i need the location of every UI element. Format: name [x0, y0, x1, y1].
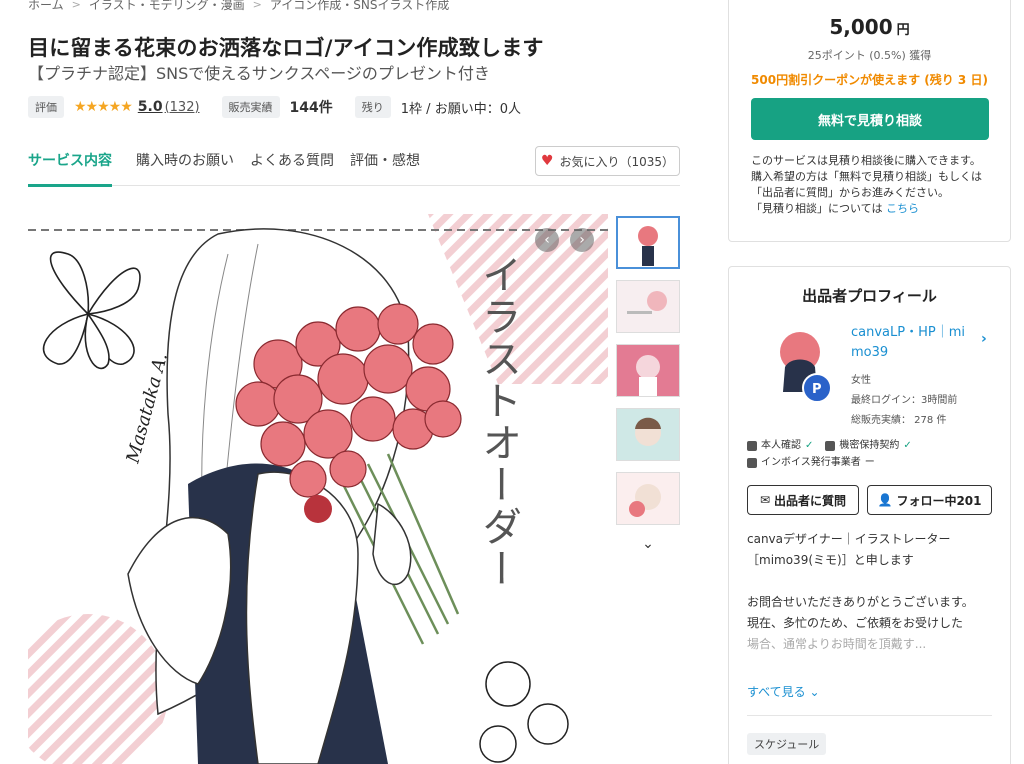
- signature: Masataka A.: [122, 351, 172, 467]
- bio-line: 現在、多忙のため、ご依頼をお受けした: [747, 616, 964, 630]
- bio-line: お問合せいただきありがとうございます。: [747, 595, 974, 609]
- tab-service-content[interactable]: サービス内容: [28, 150, 112, 187]
- note-line: 「見積り相談」については: [751, 202, 883, 215]
- coupon-notice[interactable]: 500円割引クーポンが使えます (残り 3 日): [729, 71, 1010, 88]
- seller-bio: canvaデザイナー｜イラストレーター ［mimo39(ミモ)］と申します お問…: [747, 529, 997, 655]
- seller-gender: 女性: [851, 375, 871, 386]
- page-subtitle: 【プラチナ認定】SNSで使えるサンクスページのプレゼント付き: [28, 64, 490, 83]
- chevron-right-icon: >: [252, 0, 262, 11]
- chevron-down-icon[interactable]: ⌄: [616, 536, 680, 552]
- profile-title: 出品者プロフィール: [802, 287, 937, 305]
- rating-count[interactable]: (132): [165, 100, 200, 115]
- note-line: このサービスは見積り相談後に購入できます。: [751, 154, 981, 167]
- tab-reviews[interactable]: 評価・感想: [350, 150, 420, 184]
- badge-verified: 本人確認: [761, 440, 801, 451]
- thumbnail-image: [617, 409, 679, 460]
- service-tabs: サービス内容 購入時のお願い よくある質問 評価・感想 ♥ お気に入り（1035…: [28, 144, 680, 187]
- service-stats: 評価 ★★★★★ 5.0 (132) 販売実績 144件 残り 1枠 / お願い…: [28, 96, 521, 118]
- note-line: 「出品者に質問」からお進みください。: [751, 186, 949, 199]
- chevron-right-icon[interactable]: ›: [981, 331, 987, 347]
- heart-icon: ♥: [540, 153, 554, 169]
- follow-button[interactable]: 👤 フォロー中201: [867, 485, 992, 515]
- breadcrumb-category[interactable]: イラスト・モデリング・漫画: [89, 0, 245, 13]
- badge-nda: 機密保持契約: [839, 440, 900, 451]
- check-icon: ✓: [903, 440, 912, 451]
- avatar-image: P: [780, 332, 832, 403]
- svg-text:P: P: [812, 382, 822, 397]
- free-quote-button[interactable]: 無料で見積り相談: [751, 98, 989, 140]
- slider-next-button[interactable]: ›: [570, 228, 594, 252]
- check-icon: ✓: [805, 440, 814, 451]
- bio-line: 場合、通常よりお時間を頂戴す...: [747, 637, 927, 651]
- thumbnail-image: [617, 473, 679, 524]
- ask-seller-label: 出品者に質問: [774, 493, 847, 508]
- seller-total-sales: 総販売実績： 278 件: [851, 415, 947, 426]
- seller-badges: 本人確認 ✓ 機密保持契約 ✓ インボイス発行事業者 ー: [747, 437, 912, 471]
- thumbnail-5[interactable]: [616, 472, 680, 525]
- price-value: 5,000: [829, 15, 893, 39]
- user-check-icon: 👤: [877, 493, 893, 507]
- breadcrumb-subcategory[interactable]: アイコン作成・SNSイラスト作成: [270, 0, 449, 13]
- tab-purchase-notes[interactable]: 購入時のお願い: [136, 150, 234, 184]
- chevron-down-icon: ⌄: [809, 685, 820, 699]
- schedule-label: スケジュール: [747, 733, 827, 755]
- thumbnail-image: [618, 218, 678, 267]
- chevron-right-icon: >: [71, 0, 81, 11]
- vertical-title: イラストオーダー: [475, 254, 521, 590]
- user-icon: [747, 440, 757, 451]
- badge-invoice-value: ー: [864, 457, 875, 468]
- see-all-link[interactable]: すべて見る ⌄: [747, 683, 820, 700]
- favorite-label: お気に入り（1035）: [559, 154, 675, 169]
- seller-name-link[interactable]: canvaLP・HP｜mi mo39: [851, 323, 971, 363]
- see-all-label: すべて見る: [747, 685, 806, 699]
- slider-prev-button[interactable]: ‹: [535, 228, 559, 252]
- bio-line: canvaデザイナー｜イラストレーター: [747, 532, 951, 546]
- remaining-slots: 1枠 / お願い中：0人: [400, 101, 521, 117]
- price-card: 5,000 円 25ポイント (0.5%) 獲得 500円割引クーポンが使えます …: [728, 0, 1011, 242]
- breadcrumb-home[interactable]: ホーム: [28, 0, 64, 13]
- favorite-button[interactable]: ♥ お気に入り（1035）: [535, 146, 680, 176]
- invoice-icon: [747, 457, 757, 468]
- thumbnail-3[interactable]: [616, 344, 680, 397]
- star-rating-icon: ★★★★★: [74, 99, 133, 115]
- remaining-label: 残り: [354, 96, 391, 118]
- mail-icon: ✉: [759, 493, 771, 507]
- sales-count: 144件: [289, 100, 333, 116]
- image-thumbnails: ⌄: [616, 216, 680, 552]
- ask-seller-button[interactable]: ✉ 出品者に質問: [747, 485, 859, 515]
- thumbnail-2[interactable]: [616, 280, 680, 333]
- lock-icon: [825, 440, 836, 451]
- page-title: 目に留まる花束のお洒落なロゴ/アイコン作成致します: [28, 36, 544, 60]
- divider: [747, 715, 992, 716]
- main-service-image[interactable]: イラストオーダー Masataka A.: [28, 214, 608, 764]
- breadcrumb: ホーム > イラスト・モデリング・漫画 > アイコン作成・SNSイラスト作成: [28, 0, 449, 13]
- seller-last-login: 最終ログイン：3時間前: [851, 395, 958, 406]
- tab-faq[interactable]: よくある質問: [250, 150, 334, 184]
- thumbnail-1[interactable]: [616, 216, 680, 269]
- bio-line: ［mimo39(ミモ)］と申します: [747, 553, 914, 567]
- badge-invoice: インボイス発行事業者: [761, 457, 861, 468]
- price: 5,000 円: [729, 15, 1010, 39]
- follow-label: フォロー中201: [896, 493, 982, 508]
- purchase-note: このサービスは見積り相談後に購入できます。 購入希望の方は「無料で見積り相談」も…: [751, 153, 1001, 217]
- bouquet-illustration: イラストオーダー Masataka A.: [28, 214, 608, 764]
- note-link[interactable]: こちら: [886, 202, 919, 215]
- seller-name-line: mo39: [851, 345, 889, 360]
- seller-name-line: canvaLP・HP｜mi: [851, 325, 965, 340]
- points-earned: 25ポイント (0.5%) 獲得: [807, 49, 932, 62]
- rating-label: 評価: [28, 96, 64, 118]
- thumbnail-image: [617, 281, 679, 332]
- rating-value[interactable]: 5.0: [138, 99, 163, 115]
- seller-profile-card: 出品者プロフィール P canvaLP・HP｜mi mo39 › 女性 最終ログ…: [728, 266, 1011, 764]
- avatar[interactable]: P: [765, 322, 835, 408]
- thumbnail-image: [617, 345, 679, 396]
- sales-label: 販売実績: [221, 96, 280, 118]
- currency: 円: [896, 23, 910, 38]
- thumbnail-4[interactable]: [616, 408, 680, 461]
- note-line: 購入希望の方は「無料で見積り相談」もしくは: [751, 170, 982, 183]
